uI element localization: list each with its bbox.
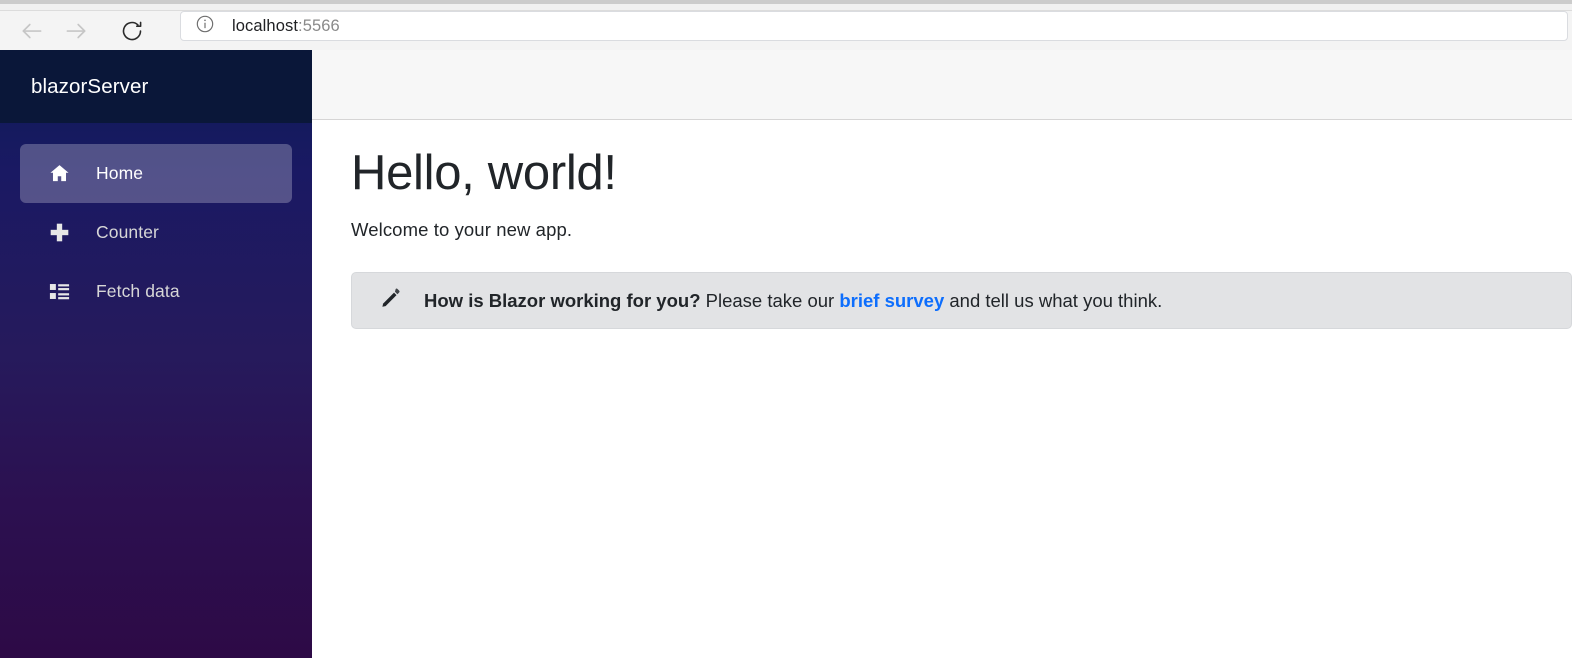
forward-button[interactable] — [54, 12, 98, 50]
content-area: Hello, world! Welcome to your new app. H… — [312, 120, 1572, 658]
survey-alert-bold-text: How is Blazor working for you? — [424, 289, 701, 311]
brand-title[interactable]: blazorServer — [31, 75, 148, 99]
pencil-icon — [380, 287, 402, 314]
url-port: :5566 — [298, 16, 340, 35]
url-host: localhost — [232, 16, 299, 35]
survey-alert-text-before-link: Please take our — [700, 289, 840, 311]
sidebar-item-home[interactable]: Home — [20, 144, 292, 203]
survey-alert-text: How is Blazor working for you? Please ta… — [424, 290, 1162, 312]
sidebar-item-fetch-data[interactable]: Fetch data — [20, 262, 292, 321]
page-title: Hello, world! — [351, 146, 617, 200]
nav-menu: Home Counter Fetch data — [0, 123, 312, 321]
sidebar: blazorServer Home Counter Fetch data — [0, 50, 312, 658]
plus-icon — [46, 221, 72, 244]
sidebar-item-label: Counter — [96, 222, 159, 242]
survey-alert: How is Blazor working for you? Please ta… — [351, 272, 1572, 330]
app-viewport: blazorServer Home Counter Fetch data Hel… — [0, 50, 1572, 658]
info-circle-icon[interactable] — [195, 14, 215, 39]
brief-survey-link[interactable]: brief survey — [839, 290, 944, 311]
sidebar-item-counter[interactable]: Counter — [20, 203, 292, 262]
page-subtitle: Welcome to your new app. — [351, 219, 573, 241]
reload-icon — [120, 19, 144, 43]
tab-strip-background — [0, 4, 1572, 11]
sidebar-item-label: Fetch data — [96, 281, 180, 301]
arrow-right-icon — [63, 18, 89, 44]
home-icon — [46, 162, 72, 185]
navbar-header: blazorServer — [0, 50, 312, 123]
arrow-left-icon — [19, 18, 45, 44]
list-rich-icon — [46, 280, 72, 303]
browser-chrome: localhost:5566 — [0, 0, 1572, 50]
survey-alert-text-after-link: and tell us what you think. — [944, 289, 1163, 311]
top-row — [312, 50, 1572, 120]
main-column: Hello, world! Welcome to your new app. H… — [312, 50, 1572, 658]
reload-button[interactable] — [110, 12, 154, 50]
browser-navigation-controls — [10, 12, 154, 50]
back-button[interactable] — [10, 12, 54, 50]
url-text: localhost:5566 — [232, 17, 340, 36]
address-bar[interactable]: localhost:5566 — [180, 11, 1568, 41]
sidebar-item-label: Home — [96, 163, 144, 183]
